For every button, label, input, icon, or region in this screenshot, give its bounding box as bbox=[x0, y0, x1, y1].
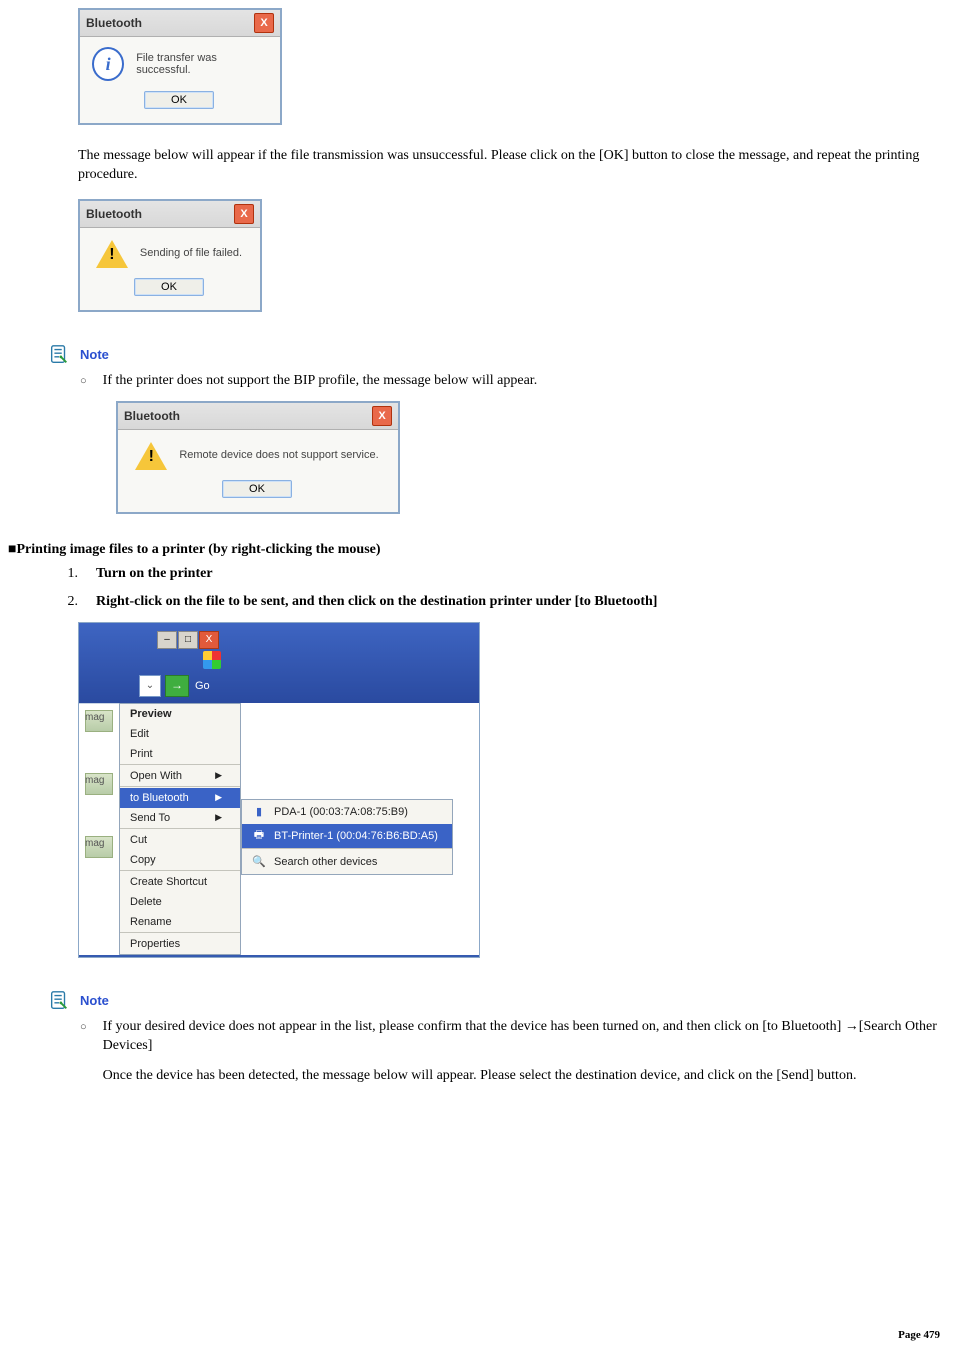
ctx-rename[interactable]: Rename bbox=[120, 912, 240, 932]
windows-flag-icon bbox=[203, 651, 221, 669]
dialog-title: Bluetooth bbox=[86, 16, 142, 30]
dialog-unsupported: Bluetooth X Remote device does not suppo… bbox=[116, 401, 400, 514]
step-text: Turn on the printer bbox=[96, 566, 213, 582]
bluetooth-submenu: ▮ PDA-1 (00:03:7A:08:75:B9) 🖶 BT-Printer… bbox=[241, 799, 453, 875]
go-label: Go bbox=[195, 680, 210, 692]
dialog-title: Bluetooth bbox=[124, 409, 180, 423]
address-bar: ⌄ → Go bbox=[139, 675, 210, 697]
note-heading: Note bbox=[48, 344, 946, 366]
ctx-properties[interactable]: Properties bbox=[120, 934, 240, 954]
device-icon: ▮ bbox=[252, 805, 266, 819]
bullet-marker: ○ bbox=[80, 372, 87, 391]
chevron-right-icon: ▶ bbox=[215, 812, 222, 823]
dialog-message: File transfer was successful. bbox=[136, 52, 266, 76]
thumbnail-column: mag mag mag bbox=[79, 703, 119, 955]
thumbnail-label: mag bbox=[85, 775, 113, 786]
ctx-preview[interactable]: Preview bbox=[120, 704, 240, 724]
dialog-message: Sending of file failed. bbox=[140, 247, 242, 259]
bullet-marker: ○ bbox=[80, 1018, 87, 1087]
step-number: 1. bbox=[62, 566, 78, 582]
note-label: Note bbox=[80, 993, 109, 1008]
close-icon[interactable]: X bbox=[234, 204, 254, 224]
dialog-message: Remote device does not support service. bbox=[179, 449, 378, 461]
note-icon bbox=[48, 344, 70, 366]
submenu-label: PDA-1 (00:03:7A:08:75:B9) bbox=[274, 806, 408, 818]
printer-icon: 🖶 bbox=[252, 829, 266, 843]
ctx-edit[interactable]: Edit bbox=[120, 724, 240, 744]
note-heading: Note bbox=[48, 990, 946, 1012]
dialog-titlebar: Bluetooth X bbox=[118, 403, 398, 430]
warning-icon bbox=[135, 442, 167, 470]
window-chrome: – □ X ⌄ → Go bbox=[79, 623, 479, 703]
ctx-create-shortcut[interactable]: Create Shortcut bbox=[120, 872, 240, 892]
step-1: 1. Turn on the printer bbox=[62, 566, 946, 582]
note-label: Note bbox=[80, 347, 109, 362]
close-icon[interactable]: X bbox=[199, 631, 219, 649]
ok-button[interactable]: OK bbox=[134, 278, 204, 296]
note-text: If your desired device does not appear i… bbox=[103, 1018, 946, 1056]
note-icon bbox=[48, 990, 70, 1012]
context-menu: Preview Edit Print Open With▶ to Bluetoo… bbox=[119, 703, 241, 955]
submenu-label: Search other devices bbox=[274, 856, 377, 868]
submenu-printer[interactable]: 🖶 BT-Printer-1 (00:04:76:B6:BD:A5) bbox=[242, 824, 452, 848]
ok-button[interactable]: OK bbox=[222, 480, 292, 498]
dialog-title: Bluetooth bbox=[86, 207, 142, 221]
dialog-titlebar: Bluetooth X bbox=[80, 201, 260, 228]
ctx-send-to[interactable]: Send To▶ bbox=[120, 808, 240, 828]
minimize-icon[interactable]: – bbox=[157, 631, 177, 649]
page-number: Page 479 bbox=[898, 1329, 940, 1341]
ctx-open-with[interactable]: Open With▶ bbox=[120, 766, 240, 786]
note-text: Once the device has been detected, the m… bbox=[103, 1067, 946, 1086]
dialog-success: Bluetooth X i File transfer was successf… bbox=[78, 8, 282, 125]
search-icon: 🔍 bbox=[252, 855, 266, 869]
submenu-pda[interactable]: ▮ PDA-1 (00:03:7A:08:75:B9) bbox=[242, 800, 452, 824]
address-dropdown[interactable]: ⌄ bbox=[139, 675, 161, 697]
info-icon: i bbox=[92, 47, 124, 81]
ctx-to-bluetooth[interactable]: to Bluetooth▶ bbox=[120, 788, 240, 808]
go-button[interactable]: → bbox=[165, 675, 189, 697]
section-heading: ■Printing image files to a printer (by r… bbox=[8, 542, 946, 558]
thumbnail-label: mag bbox=[85, 712, 113, 723]
thumbnail-label: mag bbox=[85, 838, 113, 849]
submenu-label: BT-Printer-1 (00:04:76:B6:BD:A5) bbox=[274, 830, 438, 842]
dialog-titlebar: Bluetooth X bbox=[80, 10, 280, 37]
note-bullet: ○ If your desired device does not appear… bbox=[80, 1018, 946, 1087]
close-icon[interactable]: X bbox=[254, 13, 274, 33]
step-text: Right-click on the file to be sent, and … bbox=[96, 594, 657, 610]
warning-icon bbox=[96, 240, 128, 268]
chevron-right-icon: ▶ bbox=[215, 770, 222, 781]
note-bullet: ○ If the printer does not support the BI… bbox=[80, 372, 946, 391]
ctx-print[interactable]: Print bbox=[120, 744, 240, 764]
ctx-delete[interactable]: Delete bbox=[120, 892, 240, 912]
window-buttons: – □ X bbox=[157, 631, 219, 649]
screenshot-context-menu: – □ X ⌄ → Go mag mag mag Preview Edit Pr… bbox=[78, 622, 480, 958]
close-icon[interactable]: X bbox=[372, 406, 392, 426]
note-text: If the printer does not support the BIP … bbox=[103, 372, 538, 391]
maximize-icon[interactable]: □ bbox=[178, 631, 198, 649]
ctx-cut[interactable]: Cut bbox=[120, 830, 240, 850]
submenu-search[interactable]: 🔍 Search other devices bbox=[242, 850, 452, 874]
step-2: 2. Right-click on the file to be sent, a… bbox=[62, 594, 946, 610]
step-number: 2. bbox=[62, 594, 78, 610]
chevron-right-icon: ▶ bbox=[215, 792, 222, 803]
ctx-copy[interactable]: Copy bbox=[120, 850, 240, 870]
paragraph-unsuccessful: The message below will appear if the fil… bbox=[78, 147, 946, 185]
ok-button[interactable]: OK bbox=[144, 91, 214, 109]
dialog-failed: Bluetooth X Sending of file failed. OK bbox=[78, 199, 262, 312]
